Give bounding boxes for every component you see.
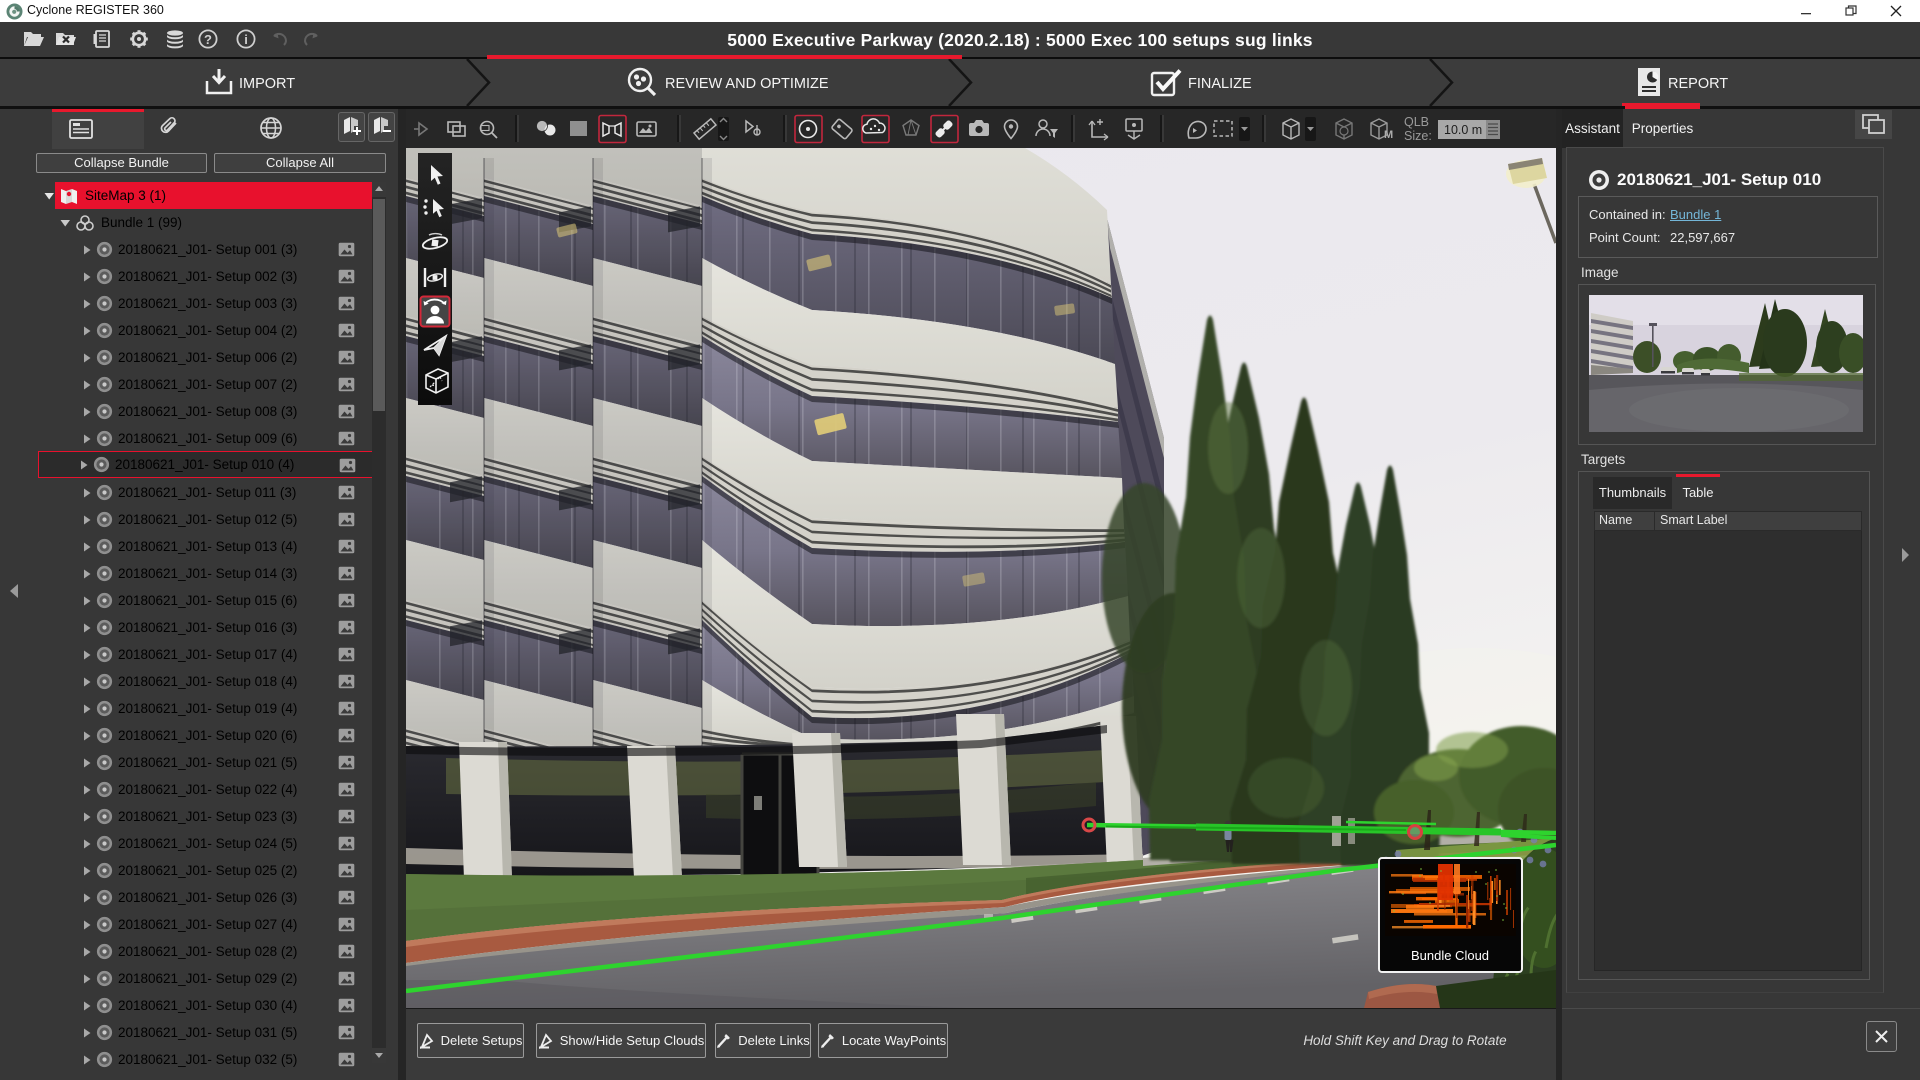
svg-text:i: i xyxy=(244,32,248,47)
svg-text:REVIEW AND OPTIMIZE: REVIEW AND OPTIMIZE xyxy=(665,76,829,92)
svg-text:REPORT: REPORT xyxy=(1668,76,1728,92)
svg-text:QLB: QLB xyxy=(1404,115,1429,129)
svg-text:Bundle Cloud: Bundle Cloud xyxy=(1411,948,1489,963)
svg-text:10.0 m: 10.0 m xyxy=(1444,123,1482,137)
svg-text:Size:: Size: xyxy=(1404,129,1432,143)
svg-text:?: ? xyxy=(204,32,212,47)
svg-text:M: M xyxy=(1384,129,1393,141)
svg-text:FINALIZE: FINALIZE xyxy=(1188,76,1252,92)
svg-text:IMPORT: IMPORT xyxy=(239,76,295,92)
